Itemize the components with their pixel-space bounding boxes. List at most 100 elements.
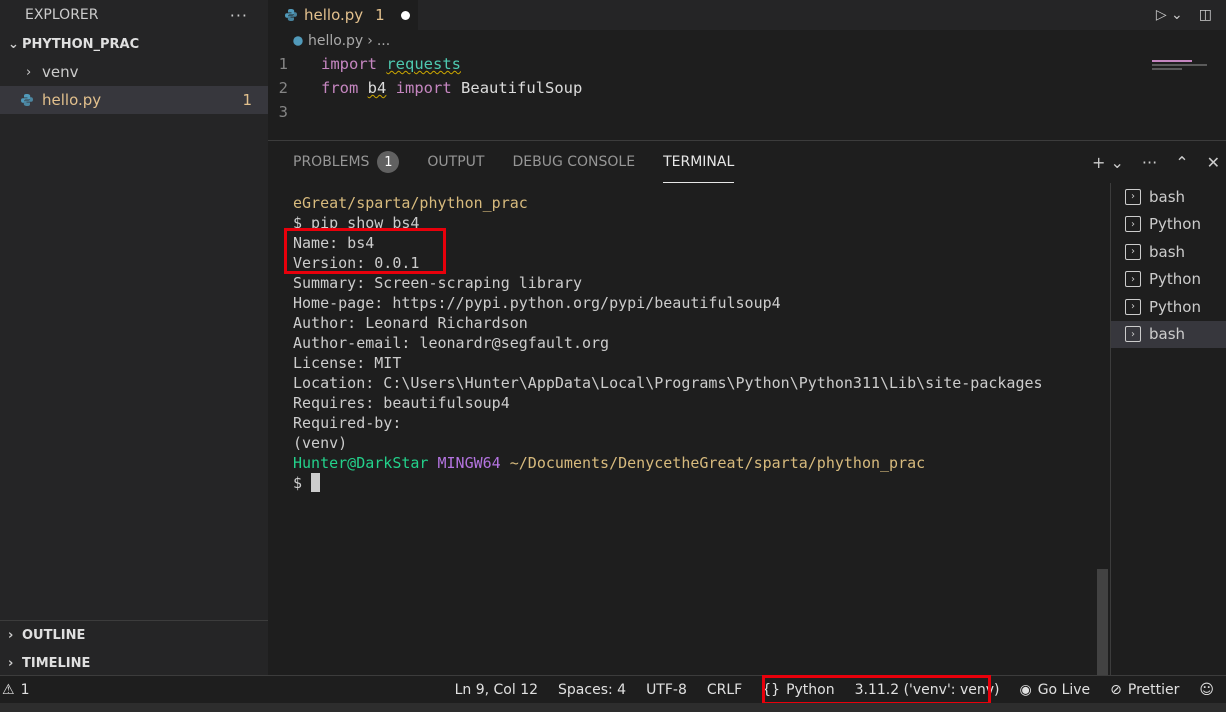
terminal-instance[interactable]: › bash bbox=[1111, 320, 1226, 348]
tab-terminal[interactable]: TERMINAL bbox=[663, 141, 735, 183]
editor-tabbar: hello.py 1 ▷ ⌄ ◫ bbox=[268, 0, 1226, 30]
panel-tabbar: PROBLEMS 1 OUTPUT DEBUG CONSOLE TERMINAL… bbox=[268, 141, 1226, 183]
tab-hello-py[interactable]: hello.py 1 bbox=[268, 0, 418, 30]
tree-item-hello-py[interactable]: hello.py 1 bbox=[0, 86, 268, 114]
chevron-right-icon: › bbox=[8, 655, 14, 671]
cursor-position[interactable]: Ln 9, Col 12 bbox=[455, 682, 538, 698]
status-left: ⚠ 1 bbox=[0, 682, 29, 698]
encoding[interactable]: UTF-8 bbox=[646, 682, 687, 698]
terminal-prompt: Hunter@DarkStar MINGW64 ~/Documents/Deny… bbox=[293, 453, 1043, 473]
terminal-line: Author-email: leonardr@segfault.org bbox=[293, 334, 610, 352]
tab-output[interactable]: OUTPUT bbox=[427, 141, 484, 183]
terminal-icon: › bbox=[1125, 326, 1141, 343]
explorer-sidebar: EXPLORER ··· ⌄ PHYTHON_PRAC › venv hello… bbox=[0, 0, 268, 675]
terminal-icon: › bbox=[1125, 298, 1141, 315]
run-icon[interactable]: ▷ ⌄ bbox=[1156, 7, 1183, 23]
terminal-line: eGreat/sparta/phython_prac bbox=[293, 194, 528, 212]
section-timeline-label: TIMELINE bbox=[22, 655, 91, 671]
terminal-instance-label: bash bbox=[1149, 187, 1186, 206]
editor-actions: ▷ ⌄ ◫ bbox=[1156, 0, 1226, 30]
minimap[interactable] bbox=[1152, 60, 1212, 90]
section-timeline[interactable]: › TIMELINE bbox=[0, 649, 268, 677]
terminal-icon: › bbox=[1125, 243, 1141, 260]
terminal-instance[interactable]: › Python bbox=[1111, 293, 1226, 321]
tree-item-label: venv bbox=[42, 63, 79, 81]
more-actions-icon[interactable]: ··· bbox=[230, 6, 248, 25]
terminal-instance-label: bash bbox=[1149, 325, 1186, 344]
indentation[interactable]: Spaces: 4 bbox=[558, 682, 626, 698]
unsaved-dot-icon[interactable] bbox=[400, 10, 410, 20]
terminal-cursor bbox=[311, 473, 321, 492]
breadcrumb: hello.py › ... bbox=[268, 30, 1226, 52]
code-line: 2 from b4 import BeautifulSoup bbox=[268, 76, 1226, 100]
terminal-instance-label: Python bbox=[1149, 270, 1201, 289]
terminal-line: Summary: Screen-scraping library bbox=[293, 274, 582, 292]
split-editor-icon[interactable]: ◫ bbox=[1199, 7, 1212, 23]
keyword: import bbox=[395, 79, 452, 97]
tree-item-label: hello.py bbox=[42, 91, 102, 109]
terminal-line: (venv) bbox=[293, 434, 348, 452]
more-actions-icon[interactable]: ··· bbox=[1142, 153, 1157, 172]
tab-problems-label: PROBLEMS bbox=[293, 154, 370, 170]
root-folder[interactable]: ⌄ PHYTHON_PRAC bbox=[0, 30, 268, 58]
explorer-title: EXPLORER bbox=[25, 7, 99, 23]
go-live-label: Go Live bbox=[1037, 681, 1091, 698]
tab-problem-count: 1 bbox=[375, 6, 385, 24]
prettier-icon: ⊘ bbox=[1110, 681, 1122, 698]
terminal-line: Home-page: https://pypi.python.org/pypi/… bbox=[293, 294, 781, 312]
terminal-line: Required-by: bbox=[293, 414, 402, 432]
terminal-scrollbar[interactable] bbox=[1097, 569, 1108, 675]
panel-actions: + ⌄ ··· ⌃ ✕ bbox=[1092, 153, 1226, 172]
feedback-icon[interactable]: ☺ bbox=[1199, 682, 1214, 698]
tab-debug-console-label: DEBUG CONSOLE bbox=[512, 154, 636, 170]
prettier-label: Prettier bbox=[1127, 681, 1180, 698]
terminal-input-line[interactable]: $ bbox=[293, 473, 1043, 493]
sidebar-bottom-sections: › OUTLINE › TIMELINE bbox=[0, 620, 268, 677]
warnings-count: 1 bbox=[20, 681, 30, 698]
terminal-instance-label: Python bbox=[1149, 297, 1201, 316]
prompt-symbol: $ bbox=[293, 474, 303, 492]
highlight-box-name-version bbox=[284, 228, 446, 274]
chevron-right-icon: › bbox=[26, 64, 32, 80]
close-panel-icon[interactable]: ✕ bbox=[1207, 153, 1220, 172]
terminal-instance[interactable]: › bash bbox=[1111, 183, 1226, 211]
terminal-instance[interactable]: › Python bbox=[1111, 211, 1226, 239]
code-line: 3 bbox=[268, 100, 1226, 124]
window-bottom-strip bbox=[0, 703, 1226, 712]
tab-label: hello.py bbox=[304, 6, 364, 24]
tree-item-venv[interactable]: › venv bbox=[0, 58, 268, 86]
new-terminal-icon[interactable]: + ⌄ bbox=[1092, 153, 1124, 172]
terminal-line: Location: C:\Users\Hunter\AppData\Local\… bbox=[293, 374, 1043, 392]
python-file-icon bbox=[21, 94, 33, 106]
code-editor[interactable]: 1 import requests 2 from b4 import Beaut… bbox=[268, 52, 1226, 124]
breadcrumb-symbol[interactable]: ... bbox=[377, 33, 390, 49]
terminal-instance[interactable]: › Python bbox=[1111, 266, 1226, 294]
maximize-panel-icon[interactable]: ⌃ bbox=[1175, 153, 1188, 172]
line-endings[interactable]: CRLF bbox=[707, 682, 742, 698]
prettier-button[interactable]: ⊘ Prettier bbox=[1110, 682, 1179, 698]
python-file-icon bbox=[285, 9, 297, 21]
section-outline-label: OUTLINE bbox=[22, 627, 86, 643]
prompt-shell: MINGW64 bbox=[437, 454, 501, 472]
tab-debug-console[interactable]: DEBUG CONSOLE bbox=[512, 141, 635, 183]
terminal-icon: › bbox=[1125, 216, 1141, 233]
terminal-icon: › bbox=[1125, 271, 1141, 288]
line-number: 1 bbox=[278, 55, 288, 73]
terminal-line: Requires: beautifulsoup4 bbox=[293, 394, 510, 412]
go-live-button[interactable]: ◉ Go Live bbox=[1019, 682, 1090, 698]
line-number: 2 bbox=[278, 79, 288, 97]
class-name: BeautifulSoup bbox=[461, 79, 583, 97]
broadcast-icon: ◉ bbox=[1019, 681, 1032, 698]
line-number: 3 bbox=[278, 103, 288, 121]
tab-problems[interactable]: PROBLEMS 1 bbox=[293, 141, 400, 183]
code-line: 1 import requests bbox=[268, 52, 1226, 76]
terminal-instance[interactable]: › bash bbox=[1111, 238, 1226, 266]
breadcrumb-file[interactable]: hello.py bbox=[308, 33, 363, 49]
keyword: import bbox=[321, 55, 377, 73]
root-folder-label: PHYTHON_PRAC bbox=[22, 36, 140, 52]
terminal-instance-label: bash bbox=[1149, 242, 1186, 261]
warnings-status[interactable]: ⚠ 1 bbox=[2, 682, 29, 698]
section-outline[interactable]: › OUTLINE bbox=[0, 621, 268, 649]
keyword: from bbox=[321, 79, 359, 97]
status-bar: ⚠ 1 Ln 9, Col 12 Spaces: 4 UTF-8 CRLF {}… bbox=[0, 675, 1226, 703]
